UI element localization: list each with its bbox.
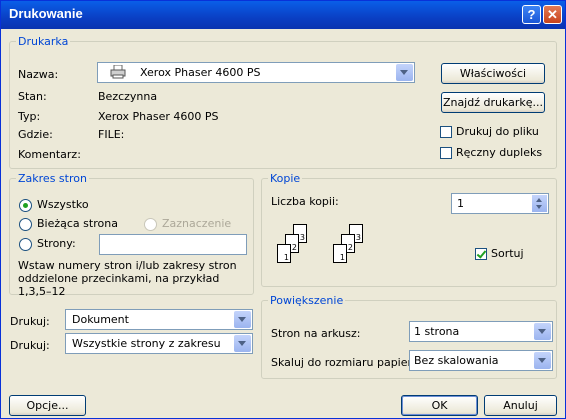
status-value: Bezczynna (98, 90, 158, 103)
zoom-group-label: Powiększenie (270, 294, 344, 307)
window-title: Drukowanie (9, 6, 83, 21)
range-current-label[interactable]: Bieżąca strona (37, 217, 118, 230)
help-button[interactable]: ? (522, 5, 541, 24)
scale-label: Skaluj do rozmiaru papieru: (271, 356, 423, 369)
chevron-down-icon[interactable] (234, 311, 251, 328)
type-label: Typ: (18, 110, 41, 123)
copies-group-label: Kopie (270, 172, 301, 185)
chevron-down-icon[interactable] (534, 352, 551, 369)
where-value: FILE: (98, 128, 125, 141)
page-range-hint: Wstaw numery stron i/lub zakresy stron o… (18, 259, 237, 298)
options-button[interactable]: Opcje... (9, 395, 86, 416)
print-what-value: Dokument (72, 313, 129, 326)
printer-icon (110, 65, 126, 79)
range-selection-radio (144, 218, 157, 231)
close-button[interactable]: ✕ (543, 5, 562, 24)
ok-button[interactable]: OK (401, 395, 478, 416)
pages-input[interactable] (99, 234, 247, 255)
pages-per-sheet-value: 1 strona (414, 325, 460, 338)
print-to-file-label[interactable]: Drukuj do pliku (456, 125, 539, 138)
print-what-label: Drukuj: (10, 315, 50, 328)
manual-duplex-label[interactable]: Ręczny dupleks (456, 146, 542, 159)
print-dialog: Drukowanie ? ✕ Drukarka Nazwa: Xerox Pha… (0, 0, 566, 419)
range-selection-label: Zaznaczenie (162, 217, 232, 230)
print-pages-value: Wszystkie strony z zakresu (72, 337, 221, 350)
copies-spinner[interactable] (532, 195, 547, 212)
scale-select[interactable]: Bez skalowania (409, 350, 553, 371)
status-label: Stan: (18, 90, 47, 103)
collate-page-1: 1 (277, 244, 291, 263)
printer-name-select[interactable]: Xerox Phaser 4600 PS (97, 62, 415, 83)
print-pages-label: Drukuj: (10, 339, 50, 352)
range-pages-radio[interactable] (19, 238, 32, 251)
print-what-select[interactable]: Dokument (65, 309, 253, 330)
page-range-group-label: Zakres stron (18, 172, 87, 185)
chevron-down-icon[interactable] (234, 335, 251, 352)
range-current-radio[interactable] (19, 218, 32, 231)
scale-value: Bez skalowania (414, 354, 499, 367)
printer-name-label: Nazwa: (18, 68, 59, 81)
copies-count-input[interactable]: 1 (451, 193, 549, 214)
properties-button[interactable]: Właściwości (441, 63, 545, 84)
copies-count-label: Liczba kopii: (271, 195, 339, 208)
range-pages-label[interactable]: Strony: (37, 237, 76, 250)
range-all-label[interactable]: Wszystko (37, 198, 89, 211)
pages-per-sheet-label: Stron na arkusz: (271, 327, 361, 340)
collate-page-1b: 1 (333, 244, 347, 263)
title-bar: Drukowanie ? ✕ (1, 1, 565, 29)
print-pages-select[interactable]: Wszystkie strony z zakresu (65, 333, 253, 354)
comment-label: Komentarz: (18, 148, 81, 161)
collate-checkbox[interactable] (475, 248, 487, 260)
print-to-file-checkbox[interactable] (440, 126, 452, 138)
pages-per-sheet-select[interactable]: 1 strona (409, 321, 553, 342)
printer-group-label: Drukarka (18, 35, 69, 48)
range-all-radio[interactable] (19, 199, 32, 212)
manual-duplex-checkbox[interactable] (440, 147, 452, 159)
find-printer-button[interactable]: Znajdź drukarkę... (441, 92, 545, 113)
collate-label[interactable]: Sortuj (491, 247, 524, 260)
chevron-down-icon[interactable] (534, 323, 551, 340)
printer-name-value: Xerox Phaser 4600 PS (140, 66, 261, 79)
copies-count-value: 1 (457, 197, 464, 210)
chevron-down-icon[interactable] (396, 64, 413, 81)
type-value: Xerox Phaser 4600 PS (98, 110, 219, 123)
cancel-button[interactable]: Anuluj (484, 395, 557, 416)
where-label: Gdzie: (18, 128, 53, 141)
